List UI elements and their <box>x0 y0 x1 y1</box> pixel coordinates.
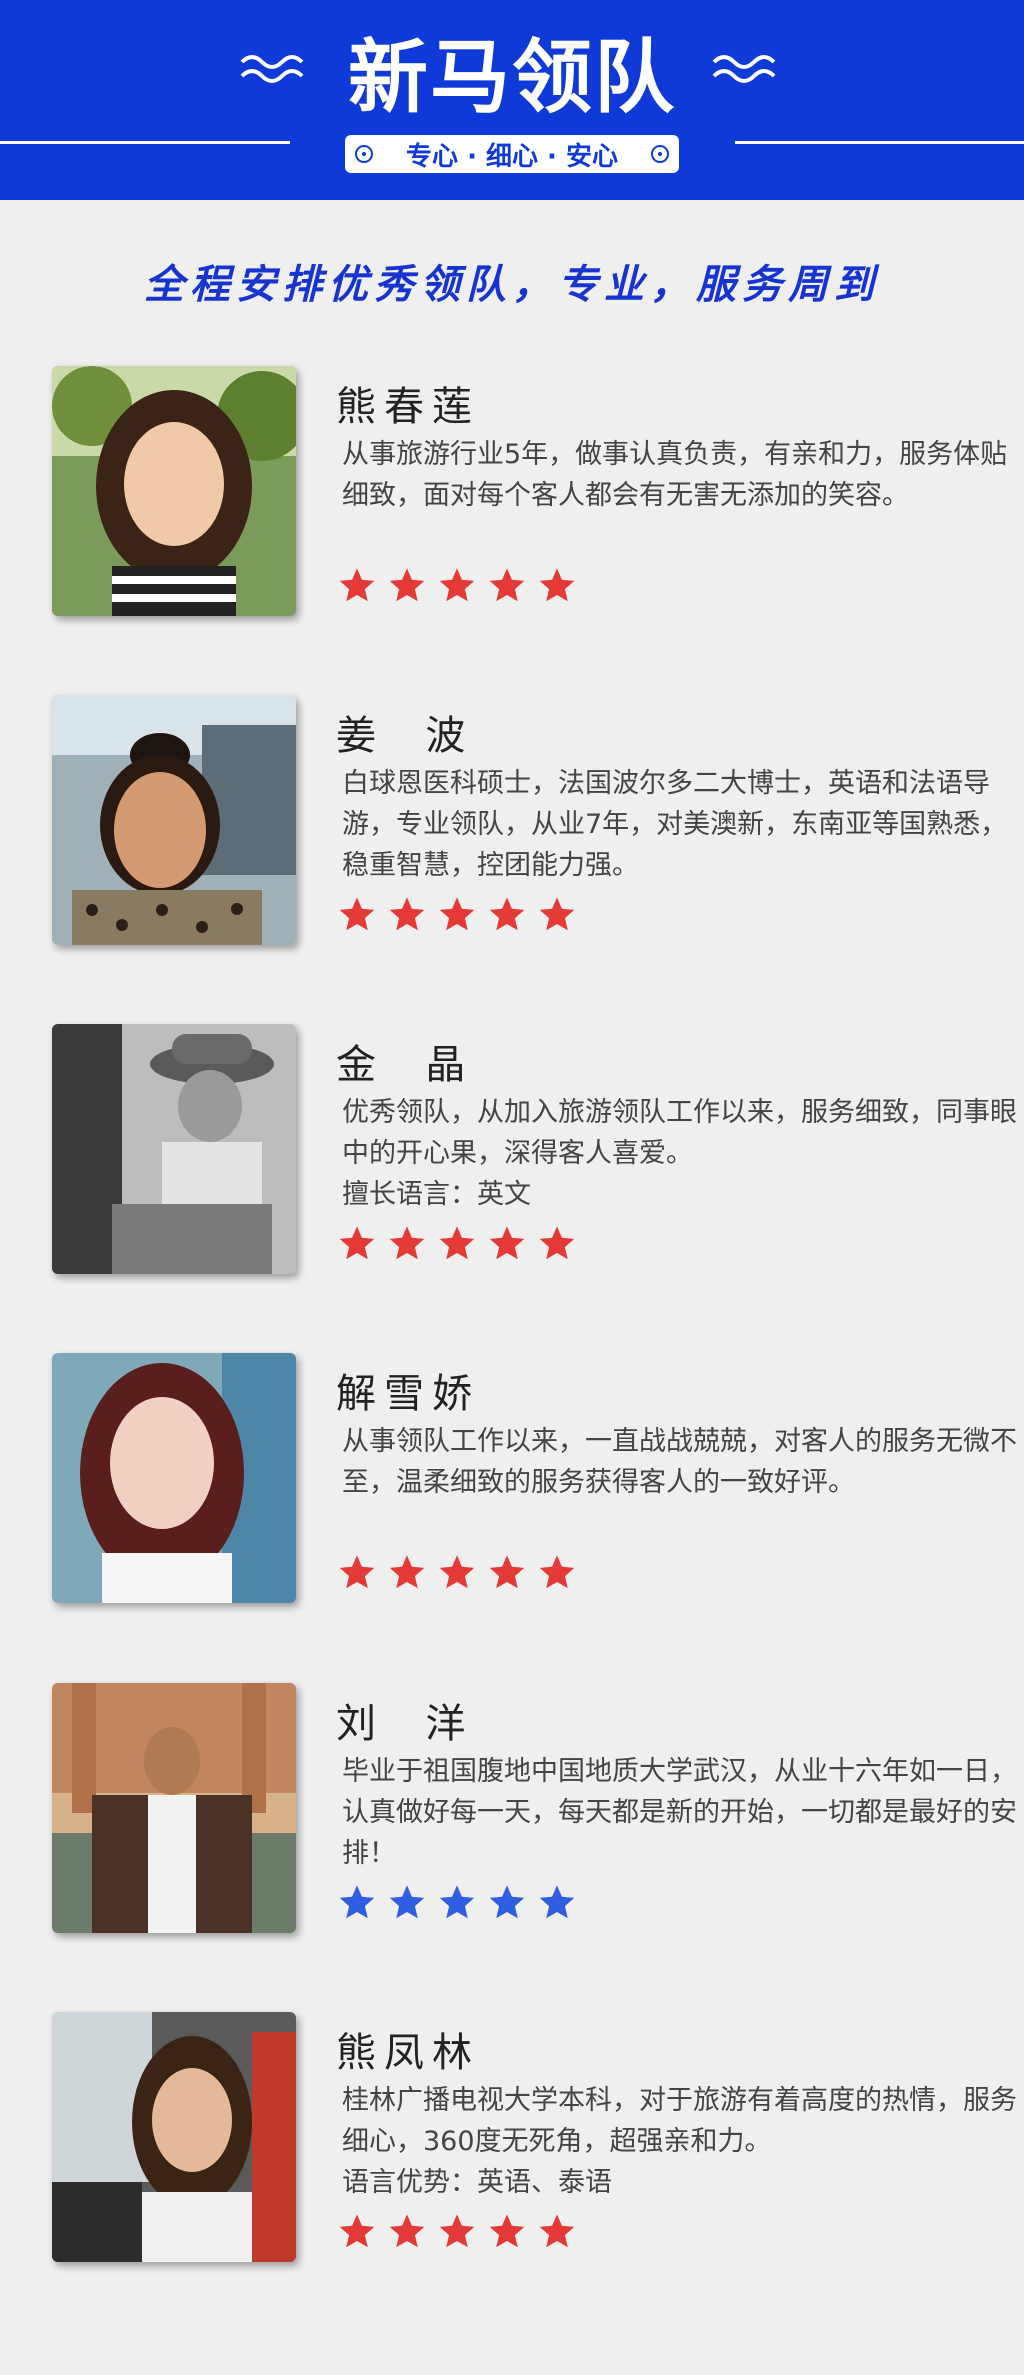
star-icon <box>539 897 575 931</box>
leader-name: 熊凤林 <box>336 2030 480 2076</box>
leader-card: 刘 洋 毕业于祖国腹地中国地质大学武汉，从业十六年如一日，认真做好每一天，每天都… <box>52 1683 1017 1943</box>
target-icon <box>355 145 373 163</box>
star-icon <box>489 1226 525 1260</box>
leader-photo <box>52 1353 296 1603</box>
wave-icon <box>712 55 776 83</box>
star-icon <box>339 568 375 602</box>
star-icon <box>439 2214 475 2248</box>
leader-description: 从事旅游行业5年，做事认真负责，有亲和力，服务体贴细致，面对每个客人都会有无害无… <box>342 434 1024 516</box>
leader-description-text: 白球恩医科硕士，法国波尔多二大博士，英语和法语导游，专业领队，从业7年，对美澳新… <box>342 768 1008 881</box>
rating-stars <box>338 2212 576 2250</box>
leader-description: 白球恩医科硕士，法国波尔多二大博士，英语和法语导游，专业领队，从业7年，对美澳新… <box>342 763 1024 886</box>
rating-stars <box>338 1224 576 1262</box>
star-icon <box>339 2214 375 2248</box>
star-icon <box>389 2214 425 2248</box>
leader-card: 熊春莲 从事旅游行业5年，做事认真负责，有亲和力，服务体贴细致，面对每个客人都会… <box>52 366 1007 626</box>
star-icon <box>439 568 475 602</box>
leader-description-text: 优秀领队，从加入旅游领队工作以来，服务细致，同事眼中的开心果，深得客人喜爱。 <box>342 1097 1017 1169</box>
star-icon <box>489 1885 525 1919</box>
tagline-text: 专心 · 细心 · 安心 <box>406 141 618 172</box>
rating-stars <box>338 566 576 604</box>
leader-photo <box>52 366 296 616</box>
divider-line <box>0 141 290 144</box>
star-icon <box>489 897 525 931</box>
star-icon <box>489 568 525 602</box>
divider-line <box>735 141 1024 144</box>
leader-photo <box>52 1024 296 1274</box>
star-icon <box>439 1885 475 1919</box>
leader-description-text: 从事领队工作以来，一直战战兢兢，对客人的服务无微不至，温柔细致的服务获得客人的一… <box>342 1426 1017 1498</box>
leader-name: 刘 洋 <box>336 1701 474 1747</box>
leader-name: 金 晶 <box>336 1042 474 1088</box>
leader-description-text: 毕业于祖国腹地中国地质大学武汉，从业十六年如一日，认真做好每一天，每天都是新的开… <box>342 1756 1017 1869</box>
rating-stars <box>338 1553 576 1591</box>
leader-card: 金 晶 优秀领队，从加入旅游领队工作以来，服务细致，同事眼中的开心果，深得客人喜… <box>52 1024 1017 1284</box>
leader-name: 解雪娇 <box>336 1371 480 1417</box>
star-icon <box>339 1885 375 1919</box>
rating-stars <box>338 1883 576 1921</box>
leader-description-text: 桂林广播电视大学本科，对于旅游有着高度的热情，服务细心，360度无死角，超强亲和… <box>342 2085 1017 2157</box>
star-icon <box>439 1555 475 1589</box>
star-icon <box>389 1226 425 1260</box>
star-icon <box>439 1226 475 1260</box>
star-icon <box>339 1226 375 1260</box>
leader-description: 毕业于祖国腹地中国地质大学武汉，从业十六年如一日，认真做好每一天，每天都是新的开… <box>342 1751 1024 1874</box>
leader-description: 桂林广播电视大学本科，对于旅游有着高度的热情，服务细心，360度无死角，超强亲和… <box>342 2080 1024 2203</box>
star-icon <box>489 1555 525 1589</box>
leader-description: 从事领队工作以来，一直战战兢兢，对客人的服务无微不至，温柔细致的服务获得客人的一… <box>342 1421 1024 1503</box>
star-icon <box>389 1885 425 1919</box>
leader-description-text: 从事旅游行业5年，做事认真负责，有亲和力，服务体贴细致，面对每个客人都会有无害无… <box>342 439 1008 511</box>
star-icon <box>539 2214 575 2248</box>
star-icon <box>439 897 475 931</box>
leader-photo <box>52 2012 296 2262</box>
page-title: 新马领队 <box>348 31 676 124</box>
star-icon <box>339 1555 375 1589</box>
star-icon <box>389 897 425 931</box>
leader-languages: 擅长语言：英文 <box>342 1179 531 1210</box>
star-icon <box>539 1226 575 1260</box>
tagline-badge: 专心 · 细心 · 安心 <box>345 135 679 173</box>
star-icon <box>389 1555 425 1589</box>
leader-name: 熊春莲 <box>336 384 480 430</box>
target-icon <box>651 145 669 163</box>
star-icon <box>539 1885 575 1919</box>
header-banner: 新马领队 专心 · 细心 · 安心 <box>0 0 1024 200</box>
star-icon <box>389 568 425 602</box>
section-subtitle: 全程安排优秀领队，专业，服务周到 <box>144 262 880 308</box>
leader-name: 姜 波 <box>336 713 474 759</box>
leader-photo <box>52 695 296 945</box>
rating-stars <box>338 895 576 933</box>
star-icon <box>339 897 375 931</box>
leader-card: 熊凤林 桂林广播电视大学本科，对于旅游有着高度的热情，服务细心，360度无死角，… <box>52 2012 1017 2272</box>
star-icon <box>539 568 575 602</box>
leader-card: 姜 波 白球恩医科硕士，法国波尔多二大博士，英语和法语导游，专业领队，从业7年，… <box>52 695 1007 955</box>
leader-description: 优秀领队，从加入旅游领队工作以来，服务细致，同事眼中的开心果，深得客人喜爱。 擅… <box>342 1092 1024 1215</box>
leader-languages: 语言优势：英语、泰语 <box>342 2167 612 2198</box>
star-icon <box>489 2214 525 2248</box>
leader-photo <box>52 1683 296 1933</box>
leader-card: 解雪娇 从事领队工作以来，一直战战兢兢，对客人的服务无微不至，温柔细致的服务获得… <box>52 1353 1017 1613</box>
star-icon <box>539 1555 575 1589</box>
